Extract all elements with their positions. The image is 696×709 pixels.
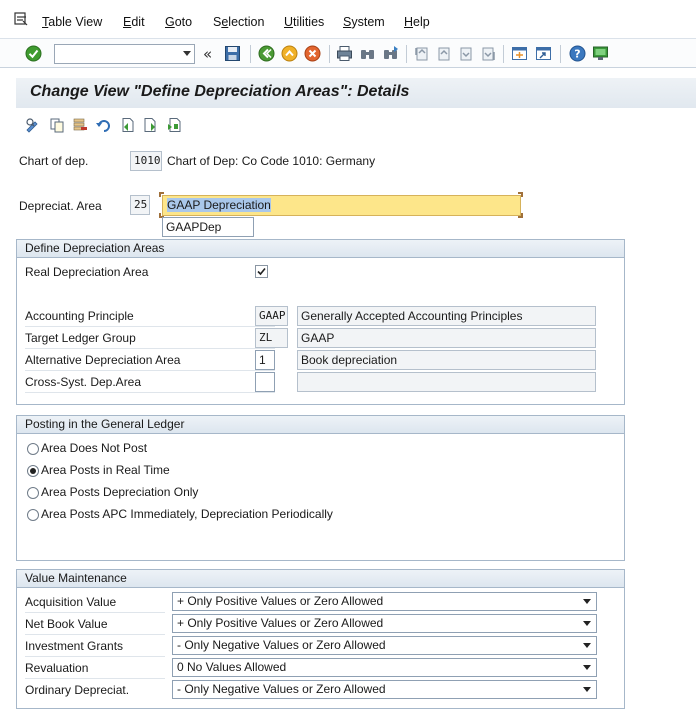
copy-icon[interactable] xyxy=(49,117,65,133)
chevron-down-icon[interactable] xyxy=(583,687,591,692)
target-ledger-group-label: Target Ledger Group xyxy=(25,331,136,345)
depreciation-area-description-input[interactable]: GAAP Depreciation xyxy=(162,195,521,216)
chart-of-dep-label: Chart of dep. xyxy=(19,154,89,168)
accounting-principle-description: Generally Accepted Accounting Principles xyxy=(297,306,596,326)
ordinary-depreciation-select[interactable]: - Only Negative Values or Zero Allowed xyxy=(172,680,597,699)
chevron-down-icon[interactable] xyxy=(583,643,591,648)
radio-area-posts-real-time[interactable] xyxy=(27,465,39,477)
command-history-icon[interactable]: « xyxy=(203,45,212,63)
posting-general-ledger-group: Posting in the General Ledger Area Does … xyxy=(16,415,625,561)
display-change-icon[interactable] xyxy=(25,117,41,133)
delete-icon[interactable] xyxy=(72,117,88,133)
value-maintenance-group: Value Maintenance Acquisition Value + On… xyxy=(16,569,625,709)
radio-label: Area Posts in Real Time xyxy=(41,463,170,477)
investment-grants-select[interactable]: - Only Negative Values or Zero Allowed xyxy=(172,636,597,655)
print-icon[interactable] xyxy=(336,45,353,62)
enter-icon[interactable] xyxy=(25,45,42,62)
radio-area-does-not-post[interactable] xyxy=(27,443,39,455)
ordinary-depreciation-label: Ordinary Depreciat. xyxy=(25,683,130,697)
command-field[interactable] xyxy=(54,44,195,64)
back-icon[interactable] xyxy=(258,45,275,62)
standard-toolbar: « ? xyxy=(0,38,696,68)
alternative-depreciation-area-input[interactable]: 1 xyxy=(255,350,275,370)
last-page-icon[interactable] xyxy=(479,45,496,62)
revaluation-label: Revaluation xyxy=(25,661,89,675)
find-next-icon[interactable] xyxy=(382,45,399,62)
customize-layout-icon[interactable] xyxy=(592,45,609,62)
menu-help[interactable]: Help xyxy=(404,15,430,29)
menu-selection[interactable]: Selection xyxy=(213,15,264,29)
shortcut-icon[interactable] xyxy=(535,45,552,62)
menu-table-view[interactable]: Table View xyxy=(42,15,102,29)
net-book-value-select[interactable]: + Only Positive Values or Zero Allowed xyxy=(172,614,597,633)
investment-grants-label: Investment Grants xyxy=(25,639,124,653)
target-ledger-group-description: GAAP xyxy=(297,328,596,348)
undo-icon[interactable] xyxy=(95,117,111,133)
previous-page-icon[interactable] xyxy=(435,45,452,62)
depreciation-area-field: 25 xyxy=(130,195,150,215)
svg-text:?: ? xyxy=(574,48,580,61)
chevron-down-icon[interactable] xyxy=(583,621,591,626)
create-session-icon[interactable] xyxy=(511,45,528,62)
menu-bar: Table View Edit Goto Selection Utilities… xyxy=(0,0,696,38)
cross-system-dep-area-description xyxy=(297,372,596,392)
exit-icon[interactable] xyxy=(281,45,298,62)
page-title: Change View "Define Depreciation Areas":… xyxy=(30,83,410,100)
alternative-depreciation-area-label: Alternative Depreciation Area xyxy=(25,353,181,367)
chevron-down-icon[interactable] xyxy=(183,51,191,56)
acquisition-value-select[interactable]: + Only Positive Values or Zero Allowed xyxy=(172,592,597,611)
cross-system-dep-area-input[interactable] xyxy=(255,372,275,392)
revaluation-select[interactable]: 0 No Values Allowed xyxy=(172,658,597,677)
target-ledger-group-field: ZL xyxy=(255,328,288,348)
cross-system-dep-area-label: Cross-Syst. Dep.Area xyxy=(25,375,142,389)
menu-goto[interactable]: Goto xyxy=(165,15,192,29)
save-icon[interactable] xyxy=(224,45,241,62)
first-page-icon[interactable] xyxy=(413,45,430,62)
next-page-icon[interactable] xyxy=(457,45,474,62)
radio-label: Area Posts Depreciation Only xyxy=(41,485,199,499)
accounting-principle-label: Accounting Principle xyxy=(25,309,134,323)
find-icon[interactable] xyxy=(359,45,376,62)
chevron-down-icon[interactable] xyxy=(583,665,591,670)
title-bar: Change View "Define Depreciation Areas":… xyxy=(16,78,696,108)
real-depreciation-area-checkbox[interactable] xyxy=(255,265,268,278)
checkmark-icon xyxy=(257,267,266,276)
net-book-value-label: Net Book Value xyxy=(25,617,108,631)
chart-of-dep-field: 1010 xyxy=(130,151,162,171)
menu-system[interactable]: System xyxy=(343,15,385,29)
menu-utilities[interactable]: Utilities xyxy=(284,15,324,29)
group-title: Posting in the General Ledger xyxy=(17,416,624,434)
next-entry-icon[interactable] xyxy=(143,117,159,133)
application-toolbar xyxy=(16,110,696,140)
acquisition-value-label: Acquisition Value xyxy=(25,595,117,609)
short-name-input[interactable]: GAAPDep xyxy=(162,217,254,237)
chart-of-dep-description: Chart of Dep: Co Code 1010: Germany xyxy=(167,154,376,168)
chevron-down-icon[interactable] xyxy=(583,599,591,604)
menu-edit[interactable]: Edit xyxy=(123,15,145,29)
accounting-principle-field: GAAP xyxy=(255,306,288,326)
group-title: Value Maintenance xyxy=(17,570,624,588)
define-depreciation-areas-group: Define Depreciation Areas Real Depreciat… xyxy=(16,239,625,405)
group-title: Define Depreciation Areas xyxy=(17,240,624,258)
radio-area-posts-apc-immediately[interactable] xyxy=(27,509,39,521)
select-entry-icon[interactable] xyxy=(167,117,183,133)
radio-label: Area Does Not Post xyxy=(41,441,148,455)
help-icon[interactable]: ? xyxy=(569,45,586,62)
alternative-depreciation-area-description: Book depreciation xyxy=(297,350,596,370)
cancel-icon[interactable] xyxy=(304,45,321,62)
real-depreciation-area-label: Real Depreciation Area xyxy=(25,265,149,279)
radio-label: Area Posts APC Immediately, Depreciation… xyxy=(41,507,333,521)
depreciation-area-label: Depreciat. Area xyxy=(19,199,102,213)
menu-icon[interactable] xyxy=(14,12,28,26)
previous-entry-icon[interactable] xyxy=(119,117,135,133)
radio-area-posts-depreciation-only[interactable] xyxy=(27,487,39,499)
